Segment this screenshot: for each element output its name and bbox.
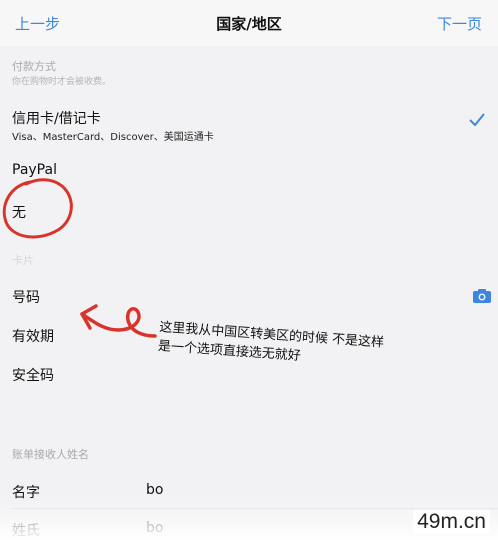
annotation-arrow — [80, 307, 157, 338]
watermark: 49m.cn — [413, 510, 490, 534]
annotation-overlay — [2, 178, 157, 338]
annotation-circle — [2, 178, 73, 239]
